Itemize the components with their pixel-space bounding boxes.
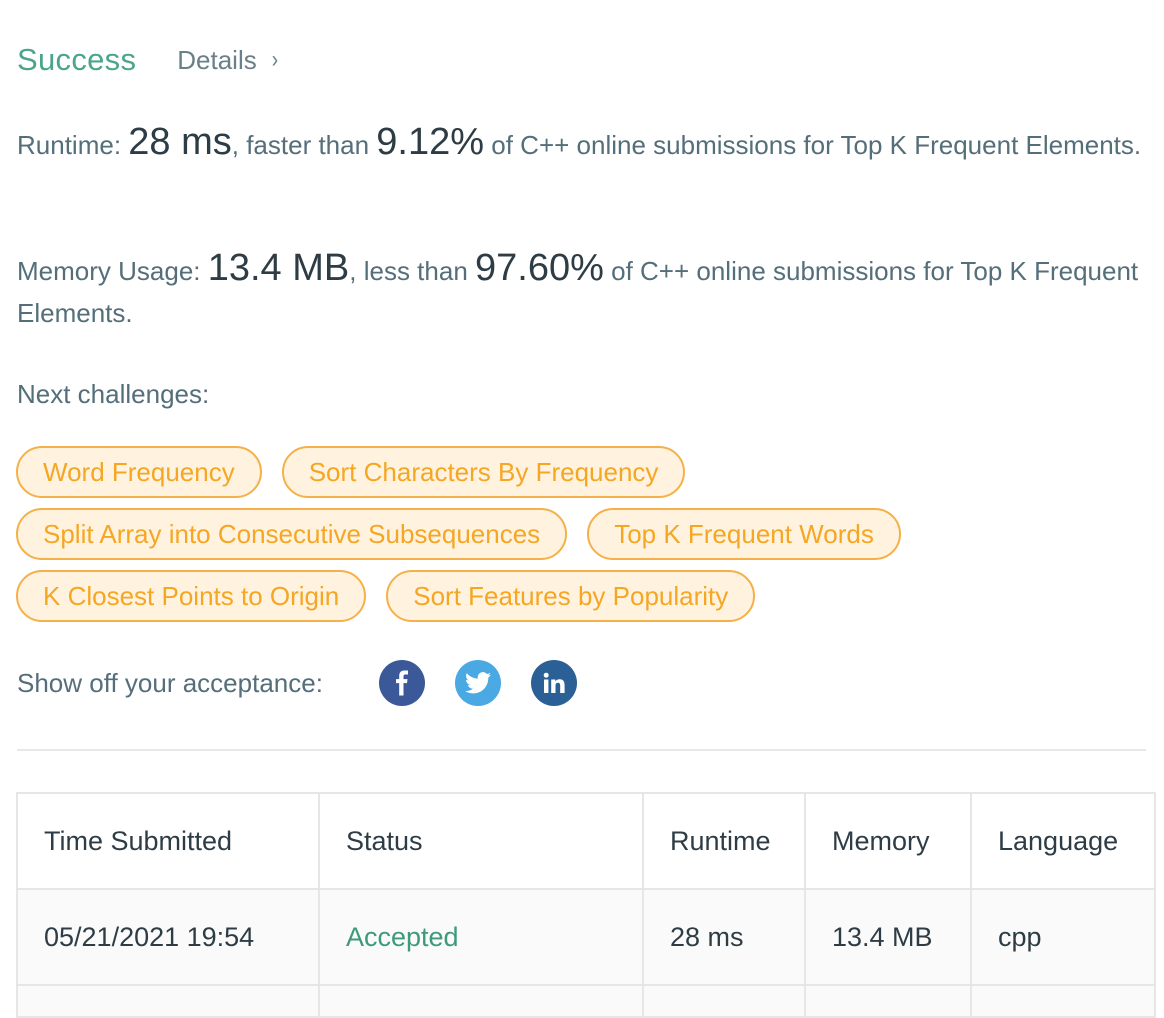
cell-empty xyxy=(318,984,644,1018)
runtime-percent: 9.12% xyxy=(376,121,485,163)
runtime-label: Runtime: xyxy=(17,130,129,160)
runtime-stat: Runtime: 28 ms, faster than 9.12% of C++… xyxy=(17,121,1157,166)
column-header-memory[interactable]: Memory xyxy=(804,792,972,890)
next-challenges-tags: Word Frequency Sort Characters By Freque… xyxy=(16,446,1146,632)
runtime-suffix: of C++ online submissions for Top K Freq… xyxy=(484,130,1142,160)
cell-language: cpp xyxy=(970,888,1156,986)
table-row-partial xyxy=(16,984,1156,1018)
memory-comparator: , less than xyxy=(349,256,475,286)
cell-time-submitted: 05/21/2021 19:54 xyxy=(16,888,320,986)
challenge-tag-k-closest-points[interactable]: K Closest Points to Origin xyxy=(16,570,367,622)
cell-memory: 13.4 MB xyxy=(804,888,972,986)
result-status-title: Success xyxy=(17,42,137,77)
tag-row: Word Frequency Sort Characters By Freque… xyxy=(16,446,1146,498)
twitter-share-button[interactable] xyxy=(454,660,501,706)
next-challenges-label: Next challenges: xyxy=(17,379,210,409)
column-header-language[interactable]: Language xyxy=(970,792,1156,890)
challenge-tag-sort-characters-by-frequency[interactable]: Sort Characters By Frequency xyxy=(281,446,686,498)
column-header-runtime[interactable]: Runtime xyxy=(642,792,806,890)
column-header-time-submitted[interactable]: Time Submitted xyxy=(16,792,320,890)
memory-stat: Memory Usage: 13.4 MB, less than 97.60% … xyxy=(17,247,1157,334)
cell-runtime: 28 ms xyxy=(642,888,806,986)
facebook-share-button[interactable] xyxy=(378,660,425,706)
facebook-icon xyxy=(395,670,408,696)
challenge-tag-split-array[interactable]: Split Array into Consecutive Subsequence… xyxy=(16,508,568,560)
runtime-comparator: , faster than xyxy=(231,130,377,160)
runtime-value: 28 ms xyxy=(128,121,232,163)
cell-empty xyxy=(642,984,806,1018)
section-divider xyxy=(17,749,1146,751)
memory-label: Memory Usage: xyxy=(17,256,208,286)
cell-empty xyxy=(804,984,972,1018)
challenge-tag-sort-features-by-popularity[interactable]: Sort Features by Popularity xyxy=(386,570,756,622)
tag-row: Split Array into Consecutive Subsequence… xyxy=(16,508,1146,560)
twitter-icon xyxy=(464,672,491,694)
submissions-table: Time Submitted Status Runtime Memory Lan… xyxy=(16,792,1156,1018)
challenge-tag-top-k-frequent-words[interactable]: Top K Frequent Words xyxy=(587,508,901,560)
share-section: Show off your acceptance: xyxy=(17,660,577,706)
details-link[interactable]: Details › xyxy=(177,45,278,76)
table-row: 05/21/2021 19:54 Accepted 28 ms 13.4 MB … xyxy=(16,888,1156,986)
cell-status-link[interactable]: Accepted xyxy=(318,888,644,986)
memory-percent: 97.60% xyxy=(475,247,604,289)
chevron-right-icon: › xyxy=(271,46,278,73)
details-label: Details xyxy=(177,44,257,75)
tag-row: K Closest Points to Origin Sort Features… xyxy=(16,570,1146,622)
column-header-status[interactable]: Status xyxy=(318,792,644,890)
memory-value: 13.4 MB xyxy=(207,247,350,289)
table-header-row: Time Submitted Status Runtime Memory Lan… xyxy=(16,792,1156,890)
result-header: Success Details › xyxy=(17,40,279,80)
linkedin-icon xyxy=(543,672,565,693)
challenge-tag-word-frequency[interactable]: Word Frequency xyxy=(16,446,262,498)
share-label: Show off your acceptance: xyxy=(17,667,323,698)
linkedin-share-button[interactable] xyxy=(530,660,577,706)
social-buttons xyxy=(378,660,577,706)
cell-empty xyxy=(970,984,1156,1018)
cell-empty xyxy=(16,984,320,1018)
